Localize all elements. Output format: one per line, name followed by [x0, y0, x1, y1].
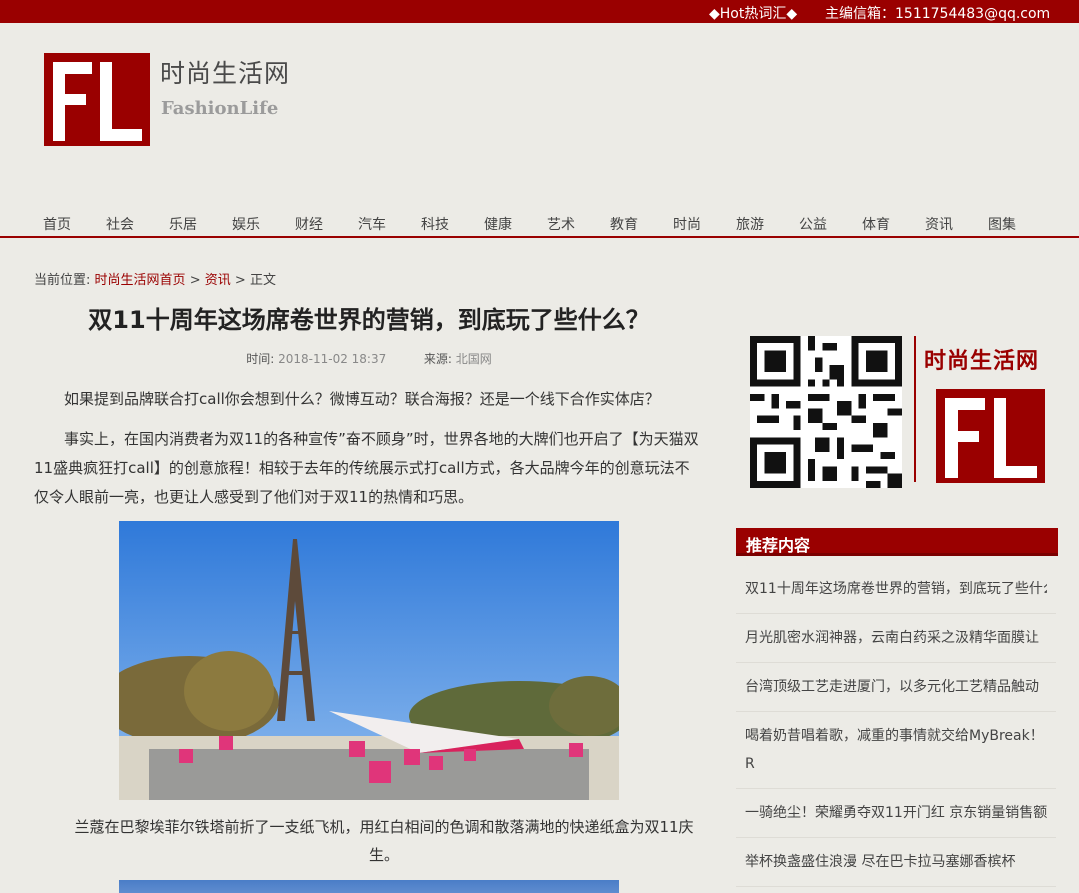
sidebar-site-name: 时尚生活网: [924, 349, 1040, 374]
nav-item-education[interactable]: 教育: [610, 214, 638, 234]
breadcrumb-prefix: 当前位置:: [34, 273, 91, 288]
editor-email[interactable]: 主编信箱：1511754483@qq.com: [825, 3, 1050, 23]
nav-item-finance[interactable]: 财经: [295, 214, 323, 234]
nav-item-news[interactable]: 资讯: [925, 214, 953, 234]
recommended-header: 推荐内容: [736, 528, 1058, 556]
nav-item-living[interactable]: 乐居: [169, 214, 197, 234]
nav-item-fashion[interactable]: 时尚: [673, 214, 701, 234]
list-item[interactable]: 双11十周年这场席卷世界的营销，到底玩了些什么？: [736, 565, 1056, 614]
nav-item-gallery[interactable]: 图集: [988, 214, 1016, 234]
image-caption: 兰蔻在巴黎埃菲尔铁塔前折了一支纸飞机，用红白相间的色调和散落满地的快递纸盒为双1…: [74, 818, 694, 864]
site-name: 时尚生活网: [160, 59, 291, 88]
list-item[interactable]: 月光肌密水润神器，云南白药采之汲精华面膜让: [736, 614, 1056, 663]
nav-item-sports[interactable]: 体育: [862, 214, 890, 234]
list-item[interactable]: 喝着奶昔唱着歌，减重的事情就交给MyBreak！R: [736, 712, 1056, 789]
nav-item-art[interactable]: 艺术: [547, 214, 575, 234]
recommended-list: 双11十周年这场席卷世界的营销，到底玩了些什么？ 月光肌密水润神器，云南白药采之…: [736, 565, 1056, 887]
source-label: 来源:: [423, 352, 452, 366]
breadcrumb-separator: >: [234, 273, 246, 288]
breadcrumb: 当前位置: 时尚生活网首页 > 资讯 > 正文: [34, 269, 276, 288]
recommended-title: 推荐内容: [746, 536, 811, 555]
list-item[interactable]: 台湾顶级工艺走进厦门，以多元化工艺精品触动: [736, 663, 1056, 712]
list-item-label[interactable]: 喝着奶昔唱着歌，减重的事情就交给MyBreak！R: [745, 722, 1047, 778]
nav-item-home[interactable]: 首页: [43, 214, 71, 234]
top-bar: ◆Hot热词汇◆ 主编信箱：1511754483@qq.com: [0, 0, 1079, 23]
list-item-label[interactable]: 双11十周年这场席卷世界的营销，到底玩了些什么？: [745, 575, 1047, 603]
nav-item-health[interactable]: 健康: [484, 214, 512, 234]
nav-item-entertainment[interactable]: 娱乐: [232, 214, 260, 234]
publish-time: 2018-11-02 18:37: [278, 352, 387, 366]
breadcrumb-category[interactable]: 资讯: [205, 273, 231, 288]
nav-item-auto[interactable]: 汽车: [358, 214, 386, 234]
nav-item-society[interactable]: 社会: [106, 214, 134, 234]
breadcrumb-home[interactable]: 时尚生活网首页: [95, 273, 186, 288]
nav-item-charity[interactable]: 公益: [799, 214, 827, 234]
article-title: 双11十周年这场席卷世界的营销，到底玩了些什么？: [88, 306, 650, 334]
breadcrumb-current: 正文: [249, 273, 276, 288]
list-item-label[interactable]: 台湾顶级工艺走进厦门，以多元化工艺精品触动: [745, 673, 1047, 701]
article-paragraph: 如果提到品牌联合打call你会想到什么？微博互动？联合海报？还是一个线下合作实体…: [64, 390, 660, 408]
article-source: 北国网: [455, 352, 492, 366]
article-meta: 时间: 2018-11-02 18:37 来源: 北国网: [34, 350, 704, 367]
site-name-en: FashionLife: [161, 98, 279, 119]
nav-item-tech[interactable]: 科技: [421, 214, 449, 234]
list-item[interactable]: 举杯换盏盛住浪漫 尽在巴卡拉马塞娜香槟杯: [736, 838, 1056, 887]
list-item[interactable]: 一骑绝尘！荣耀勇夺双11开门红 京东销量销售额: [736, 789, 1056, 838]
nav-item-travel[interactable]: 旅游: [736, 214, 764, 234]
hot-words-link[interactable]: ◆Hot热词汇◆: [709, 3, 797, 23]
list-item-label[interactable]: 一骑绝尘！荣耀勇夺双11开门红 京东销量销售额: [745, 799, 1047, 827]
sidebar-logo: [936, 389, 1045, 483]
list-item-label[interactable]: 月光肌密水润神器，云南白药采之汲精华面膜让: [745, 624, 1047, 652]
breadcrumb-separator: >: [189, 273, 201, 288]
qr-code: [750, 336, 902, 488]
article-image-second: [119, 880, 619, 893]
divider: [914, 336, 916, 482]
article-paragraph: 事实上，在国内消费者为双11的各种宣传”奋不顾身”时，世界各地的大牌们也开启了【…: [34, 430, 699, 506]
site-logo[interactable]: [44, 53, 150, 146]
list-item-label[interactable]: 举杯换盏盛住浪漫 尽在巴卡拉马塞娜香槟杯: [745, 848, 1047, 876]
time-label: 时间:: [246, 352, 275, 366]
article-image-eiffel: [119, 521, 619, 800]
main-nav: 首页 社会 乐居 娱乐 财经 汽车 科技 健康 艺术 教育 时尚 旅游 公益 体…: [0, 210, 1079, 238]
